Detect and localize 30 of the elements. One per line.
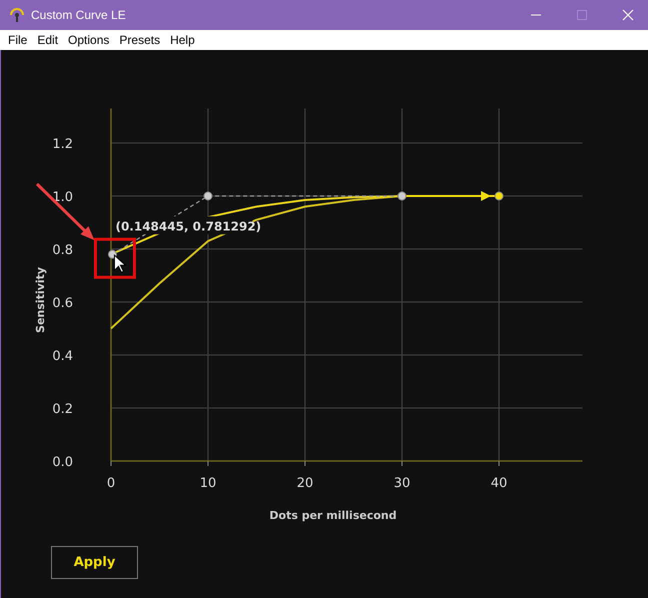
control-point[interactable] <box>204 192 212 200</box>
close-icon[interactable] <box>622 9 634 21</box>
menu-item[interactable]: Options <box>63 33 114 47</box>
y-tick-label: 0.4 <box>52 349 73 364</box>
y-tick-label: 0.8 <box>52 243 73 258</box>
x-tick-label: 40 <box>490 476 508 491</box>
control-point[interactable] <box>108 250 117 259</box>
x-tick-label: 20 <box>296 476 314 491</box>
menu-item[interactable]: Presets <box>114 33 166 47</box>
y-axis-label: Sensitivity <box>34 267 47 333</box>
menu-item[interactable]: Edit <box>32 33 64 47</box>
coordinate-label: (0.148445, 0.781292) <box>115 219 262 234</box>
x-axis-label: Dots per millisecond <box>269 509 397 522</box>
y-tick-label: 0.0 <box>52 455 73 470</box>
x-tick-label: 30 <box>394 476 410 491</box>
highlight-box <box>94 238 136 279</box>
pointer-arrow <box>36 182 94 240</box>
window-title: Custom Curve LE <box>31 8 126 22</box>
x-tick-label: 0 <box>106 476 116 491</box>
y-tick-label: 1.0 <box>52 190 73 205</box>
apply-button[interactable]: Apply <box>51 546 138 579</box>
menu-item[interactable]: File <box>3 33 32 47</box>
app-icon <box>9 7 25 23</box>
cursor-icon <box>114 254 127 273</box>
y-tick-label: 1.2 <box>52 137 73 152</box>
control-point[interactable] <box>494 192 504 200</box>
y-tick-label: 0.2 <box>52 402 73 417</box>
x-tick-label: 10 <box>200 476 216 491</box>
y-tick-label: 0.6 <box>52 296 73 311</box>
menu-item[interactable]: Help <box>165 33 200 47</box>
